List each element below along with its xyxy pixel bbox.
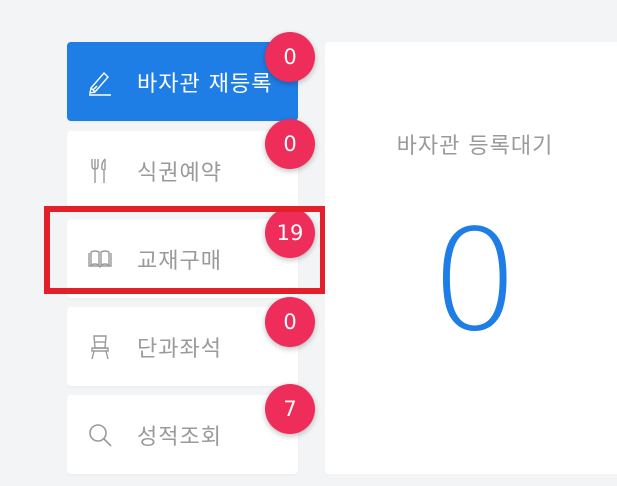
menu-item-bazagwan-reregister[interactable]: 바자관 재등록 <box>67 42 298 121</box>
utensils-icon <box>87 157 113 185</box>
menu-item-label: 단과좌석 <box>137 336 222 362</box>
waiting-count: 0 <box>430 200 520 363</box>
notification-badge: 7 <box>265 384 315 434</box>
menu-item-label: 식권예약 <box>137 160 222 186</box>
menu-item-grade-inquiry[interactable]: 성적조회 <box>67 395 298 474</box>
menu-item-class-seat[interactable]: 단과좌석 <box>67 307 298 386</box>
pencil-icon <box>87 68 113 96</box>
menu-item-meal-reservation[interactable]: 식권예약 <box>67 131 298 210</box>
notification-badge: 0 <box>265 119 315 169</box>
chair-icon <box>87 333 113 361</box>
menu-item-label: 성적조회 <box>137 424 222 450</box>
panel-title: 바자관 등록대기 <box>396 134 554 159</box>
notification-badge: 0 <box>265 297 315 347</box>
registration-waiting-panel: 바자관 등록대기 0 <box>325 42 617 474</box>
menu-item-textbook-purchase[interactable]: 교재구매 <box>67 219 298 298</box>
book-icon <box>87 245 113 273</box>
notification-badge: 0 <box>265 32 315 82</box>
menu-item-label: 바자관 재등록 <box>137 71 273 97</box>
notification-badge: 19 <box>265 208 315 258</box>
search-icon <box>87 421 113 449</box>
menu-item-label: 교재구매 <box>137 248 222 274</box>
